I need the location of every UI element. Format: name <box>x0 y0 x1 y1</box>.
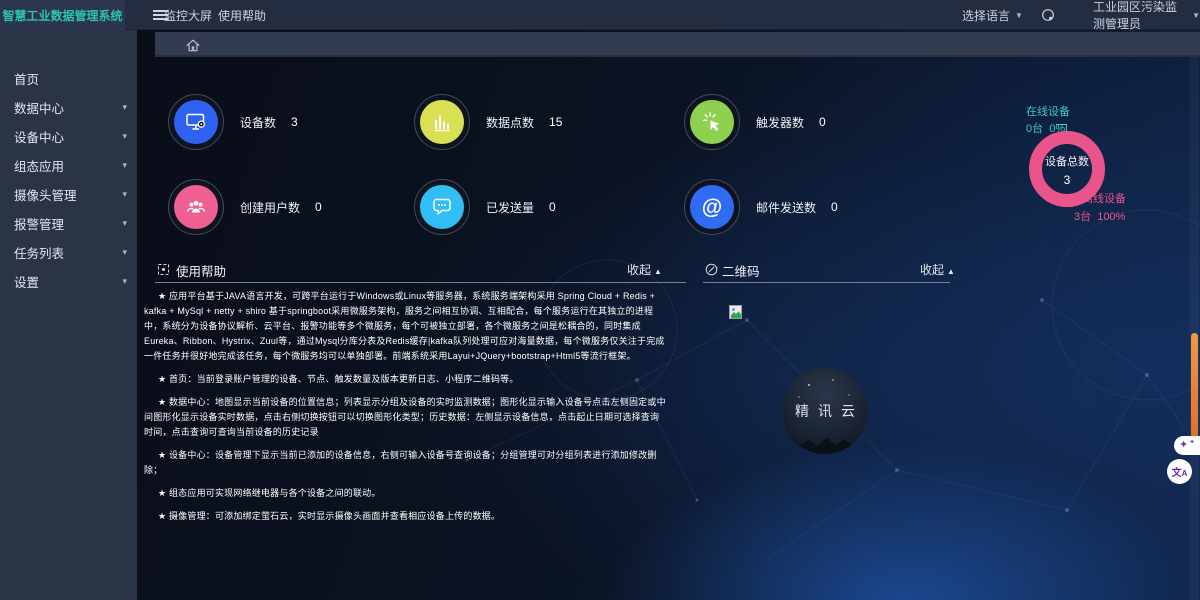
sidebar-item-settings[interactable]: 设置 ▾ <box>0 267 137 296</box>
message-bubble-icon <box>430 195 454 219</box>
chevron-down-icon: ▾ <box>122 247 127 258</box>
help-panel-title: 使用帮助 <box>176 261 226 280</box>
help-collapse-button[interactable]: 收起▲ <box>627 261 662 278</box>
jingxunyun-watermark: 精讯云 <box>782 368 868 454</box>
sidebar-item-task-list[interactable]: 任务列表 ▾ <box>0 238 137 267</box>
bar-chart-icon <box>430 110 454 134</box>
tab-strip <box>155 32 1200 57</box>
qrcode-panel-divider <box>703 282 950 283</box>
sidebar-item-data-center[interactable]: 数据中心 ▾ <box>0 93 137 122</box>
sparkle-icon: ✦ <box>1189 439 1195 446</box>
sidebar-item-home[interactable]: 首页 <box>0 64 137 93</box>
user-menu[interactable]: 工业园区污染监测管理员 ▼ <box>1093 0 1200 30</box>
users-icon <box>184 195 208 219</box>
nav-monitor-screen[interactable]: 监控大屏 <box>164 0 212 30</box>
at-icon: @ <box>702 197 722 218</box>
sparkle-icon: ✦ <box>1179 440 1188 451</box>
qrcode-panel-title: 二维码 <box>722 261 760 280</box>
headset-icon[interactable] <box>1041 0 1055 30</box>
stat-created-users: 创建用户数 0 <box>168 179 322 235</box>
scrollbar-thumb[interactable] <box>1191 333 1198 445</box>
device-monitor-icon <box>184 110 208 134</box>
top-header: 智慧工业数据管理系统 监控大屏 使用帮助 选择语言 ▼ 工业园区污染监测管理员 … <box>0 0 1200 30</box>
link-icon <box>705 263 718 281</box>
chevron-down-icon: ▾ <box>122 218 127 229</box>
chevron-down-icon: ▾ <box>122 189 127 200</box>
stat-device-count: 设备数 3 <box>168 94 298 150</box>
donut-center-label: 设备总数 3 <box>1032 153 1102 187</box>
chevron-up-icon: ▲ <box>947 267 955 276</box>
sidebar-item-camera-management[interactable]: 摄像头管理 ▾ <box>0 180 137 209</box>
chevron-down-icon: ▾ <box>122 131 127 142</box>
help-text: ★ 应用平台基于JAVA语言开发，可跨平台运行于Windows或Linux等服务… <box>144 289 668 522</box>
language-selector[interactable]: 选择语言 ▼ <box>962 0 1023 30</box>
app-root: 智慧工业数据管理系统 监控大屏 使用帮助 选择语言 ▼ 工业园区污染监测管理员 … <box>0 0 1200 600</box>
scrollbar-track[interactable] <box>1190 57 1199 600</box>
donut-legend-offline-value: 3台 100% <box>1074 208 1125 224</box>
chevron-up-icon: ▲ <box>654 267 662 276</box>
broken-image-icon <box>729 305 743 325</box>
chevron-down-icon: ▼ <box>1015 11 1023 20</box>
chevron-down-icon: ▾ <box>122 160 127 171</box>
sidebar-item-device-center[interactable]: 设备中心 ▾ <box>0 122 137 151</box>
trigger-click-icon <box>700 110 724 134</box>
tab-home[interactable] <box>181 37 205 53</box>
help-panel-divider <box>155 282 686 283</box>
sidebar: 首页 数据中心 ▾ 设备中心 ▾ 组态应用 ▾ 摄像头管理 ▾ 报警管理 ▾ <box>0 30 137 600</box>
sparkles-extension-button[interactable]: ✦✦ <box>1174 436 1200 455</box>
translate-extension-button[interactable]: 文A <box>1167 459 1192 484</box>
nav-usage-help[interactable]: 使用帮助 <box>218 0 266 30</box>
home-icon <box>186 39 200 52</box>
stat-emails-sent: @ 邮件发送数 0 <box>684 179 838 235</box>
chevron-down-icon: ▾ <box>122 276 127 287</box>
app-title: 智慧工业数据管理系统 <box>0 0 125 30</box>
stat-sent-amount: 已发送量 0 <box>414 179 556 235</box>
target-icon <box>157 263 170 281</box>
sidebar-item-configuration-app[interactable]: 组态应用 ▾ <box>0 151 137 180</box>
qrcode-collapse-button[interactable]: 收起▲ <box>920 261 955 278</box>
stat-data-point-count: 数据点数 15 <box>414 94 562 150</box>
stat-trigger-count: 触发器数 0 <box>684 94 826 150</box>
chevron-down-icon: ▼ <box>1192 11 1200 20</box>
sidebar-item-alarm-management[interactable]: 报警管理 ▾ <box>0 209 137 238</box>
translate-icon: 文 <box>1172 464 1182 479</box>
chevron-down-icon: ▾ <box>122 102 127 113</box>
